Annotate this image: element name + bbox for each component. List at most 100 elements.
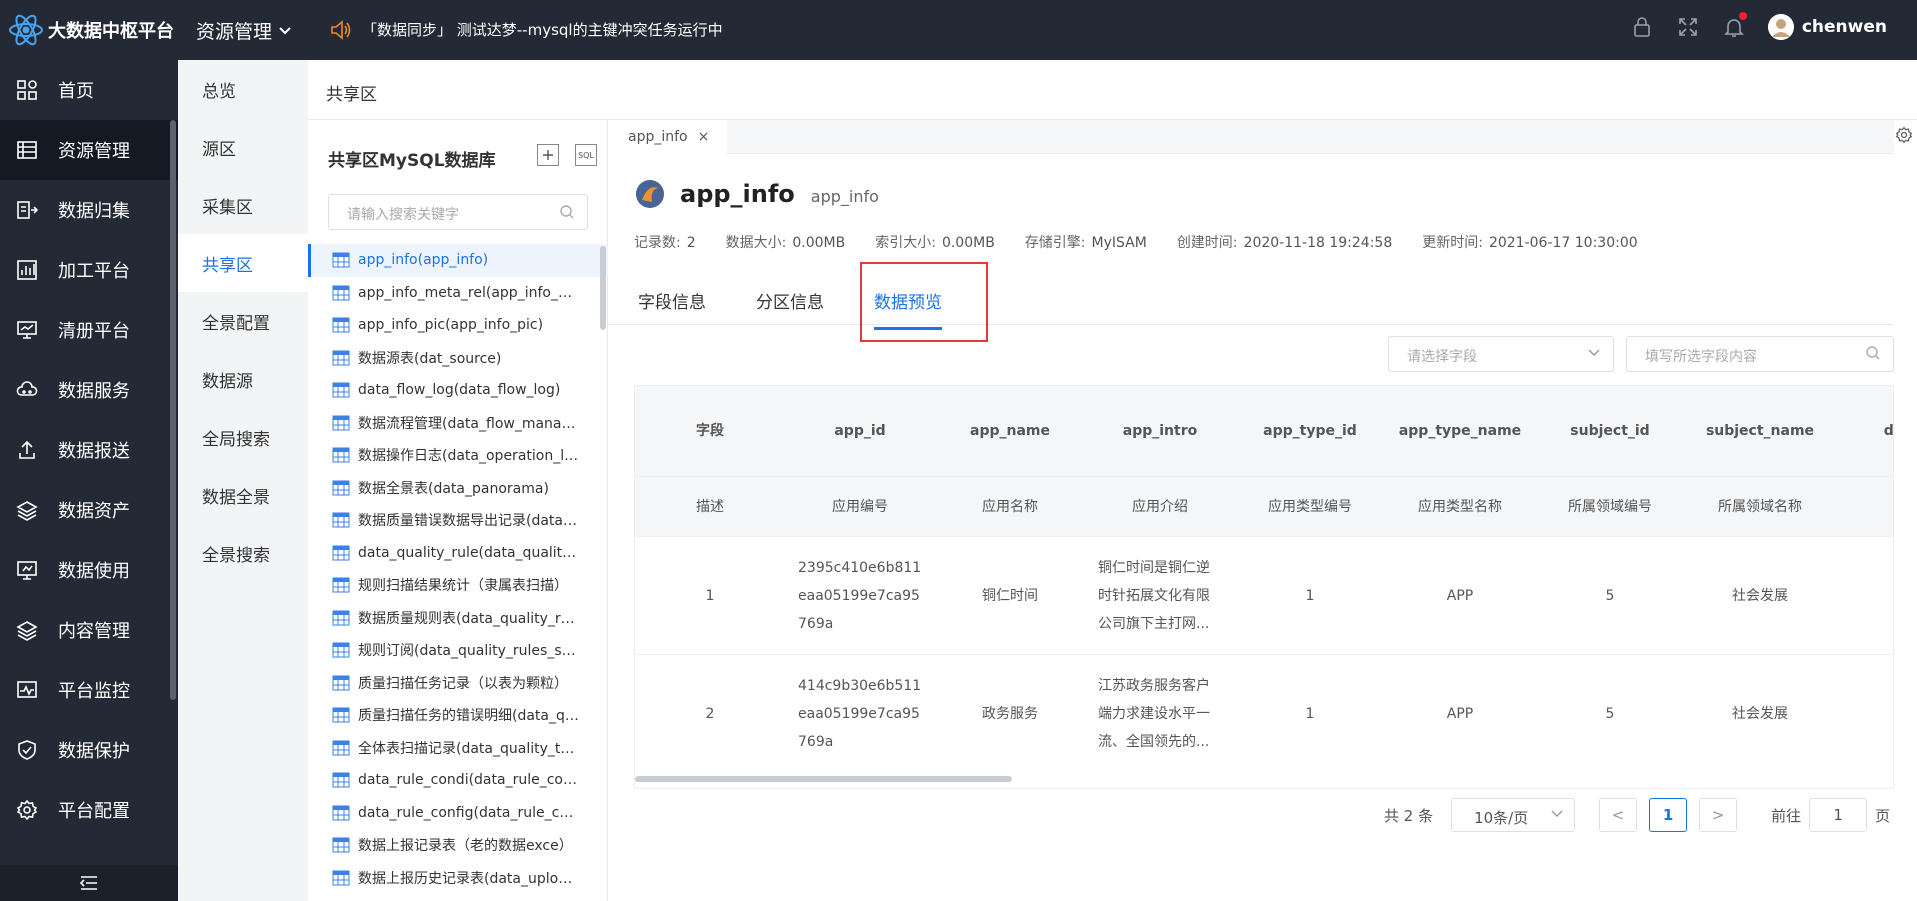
header-cell: develo <box>1883 423 1894 439</box>
list-item[interactable]: data_quality_rule(data_quality_rule) <box>308 537 608 570</box>
sidebar-item-report[interactable]: 数据报送 <box>0 420 178 480</box>
table-icon <box>332 577 350 593</box>
list-item[interactable]: 数据质量错误数据导出记录(data_quality) <box>308 504 608 537</box>
fullscreen-icon[interactable] <box>1676 15 1700 39</box>
notification-bell[interactable] <box>1722 11 1748 39</box>
settings-gear-icon[interactable] <box>1895 126 1913 144</box>
goto-page-input[interactable]: 1 <box>1809 798 1868 832</box>
list-item[interactable]: 质量扫描任务的错误明细(data_quality) <box>308 699 608 732</box>
list-item[interactable]: app_info_pic(app_info_pic) <box>308 309 608 342</box>
resource-menu[interactable]: 资源管理 <box>196 17 292 44</box>
list-item[interactable]: 数据全景表(data_panorama) <box>308 472 608 505</box>
table-cell: 414c9b30e6b511eaa05199e7ca95769a <box>785 655 935 772</box>
table-name: 规则订阅(data_quality_rules_sub) <box>358 643 580 660</box>
table-name-subtitle: app_info <box>810 187 879 206</box>
table-name: 数据上报历史记录表(data_upload) <box>358 870 580 887</box>
tab-app-info[interactable]: app_info × <box>608 120 728 154</box>
table-name: 规则扫描结果统计（隶属表扫描） <box>358 578 568 595</box>
list-item[interactable]: data_rule_condi(data_rule_condi) <box>308 764 608 797</box>
tab-label: app_info <box>628 129 688 145</box>
subnav-datasource[interactable]: 数据源 <box>178 350 308 408</box>
sidebar-item-resource[interactable]: 资源管理 <box>0 120 178 180</box>
list-item[interactable]: 数据上报历史记录表(data_upload) <box>308 862 608 895</box>
user-menu[interactable]: chenwen <box>1767 14 1887 40</box>
prev-page-button[interactable]: < <box>1599 798 1638 832</box>
mysql-icon <box>636 180 664 208</box>
header-desc-cell: 所属领域编号 <box>1568 498 1652 515</box>
tab-partition-info[interactable]: 分区信息 <box>756 288 824 330</box>
close-icon[interactable]: × <box>698 129 710 154</box>
tab-field-info[interactable]: 字段信息 <box>638 288 706 330</box>
open-tabs: app_info × <box>608 120 1894 154</box>
table-cell: 2395c410e6b811eaa05199e7ca95769a <box>785 537 935 654</box>
list-item[interactable]: data_rule_config(data_rule_config) <box>308 797 608 830</box>
pagination: 共 2 条 10条/页 < 1 > 前往 1 页 <box>1384 798 1890 832</box>
sidebar-item-usage[interactable]: 数据使用 <box>0 540 178 600</box>
sidebar-item-assets[interactable]: 数据资产 <box>0 480 178 540</box>
sql-query-button[interactable]: SQL <box>575 144 597 166</box>
sidebar-scrollbar[interactable] <box>170 120 176 700</box>
collapse-sidebar-button[interactable] <box>0 865 178 901</box>
meta-data-size: 数据大小: 0.00MB <box>725 235 846 251</box>
list-item[interactable]: data_flow_log(data_flow_log) <box>308 374 608 407</box>
sidebar-item-register[interactable]: 清册平台 <box>0 300 178 360</box>
list-item[interactable]: 规则扫描结果统计（隶属表扫描） <box>308 569 608 602</box>
field-value-input[interactable]: 填写所选字段内容 <box>1626 336 1894 372</box>
list-item[interactable]: 数据源表(dat_source) <box>308 342 608 375</box>
field-select[interactable]: 请选择字段 <box>1388 336 1614 372</box>
breadcrumb: 共享区 <box>308 60 1917 120</box>
subnav-global-search[interactable]: 全局搜索 <box>178 408 308 466</box>
table-list-scrollbar[interactable] <box>600 246 606 330</box>
highlight-box <box>860 262 988 342</box>
table-icon <box>332 772 350 788</box>
list-item[interactable]: app_info(app_info) <box>308 244 608 277</box>
list-item[interactable]: 全体表扫描记录(data_quality_total) <box>308 732 608 765</box>
notice-bar[interactable]: 「数据同步」 测试达梦--mysql的主键冲突任务运行中 <box>330 19 723 40</box>
gear-icon <box>16 799 38 821</box>
sidebar-item-content[interactable]: 内容管理 <box>0 600 178 660</box>
list-item[interactable]: 数据上报记录表（老的数据exce） <box>308 829 608 862</box>
table-search-input[interactable]: 请输入搜索关键字 <box>328 194 588 230</box>
subnav-shared[interactable]: 共享区 <box>178 234 308 292</box>
table-horizontal-scrollbar[interactable] <box>635 776 1012 782</box>
sidebar-item-service[interactable]: 数据服务 <box>0 360 178 420</box>
subnav-panorama-config[interactable]: 全景配置 <box>178 292 308 350</box>
table-icon <box>332 545 350 561</box>
table-name: 质量扫描任务记录（以表为颗粒） <box>358 675 568 692</box>
sidebar-item-protect[interactable]: 数据保护 <box>0 720 178 780</box>
chart-icon <box>17 260 37 280</box>
table-icon <box>332 382 350 398</box>
list-item[interactable]: 质量扫描任务记录（以表为颗粒） <box>308 667 608 700</box>
header-desc-cell: 应用类型名称 <box>1418 498 1502 515</box>
cell-text: 2395c410e6b811eaa05199e7ca95769a <box>798 559 922 632</box>
top-bar: 大数据中枢平台 资源管理 「数据同步」 测试达梦--mysql的主键冲突任务运行… <box>0 0 1917 60</box>
table-icon <box>332 447 350 463</box>
page-size-select[interactable]: 10条/页 <box>1451 798 1576 832</box>
subnav-panorama-search[interactable]: 全景搜索 <box>178 524 308 582</box>
list-item[interactable]: 数据流程管理(data_flow_manage) <box>308 407 608 440</box>
page-1-button[interactable]: 1 <box>1649 798 1688 832</box>
table-icon <box>332 252 350 268</box>
sidebar-item-label: 数据使用 <box>58 561 130 582</box>
list-item[interactable]: 数据操作日志(data_operation_log) <box>308 439 608 472</box>
chevron-down-icon <box>1588 349 1600 356</box>
sidebar-item-monitor[interactable]: 平台监控 <box>0 660 178 720</box>
list-item[interactable]: app_info_meta_rel(app_info_meta_rel) <box>308 277 608 310</box>
sidebar-item-collect[interactable]: 数据归集 <box>0 180 178 240</box>
subnav-data-panorama[interactable]: 数据全景 <box>178 466 308 524</box>
table-cell: 1 <box>1305 705 1315 722</box>
lock-icon[interactable] <box>1630 15 1654 39</box>
list-item[interactable]: 规则订阅(data_quality_rules_sub) <box>308 634 608 667</box>
table-icon <box>332 317 350 333</box>
subnav-source[interactable]: 源区 <box>178 118 308 176</box>
sidebar-item-process[interactable]: 加工平台 <box>0 240 178 300</box>
add-table-button[interactable] <box>537 144 559 166</box>
subnav-overview[interactable]: 总览 <box>178 60 308 118</box>
subnav-collect[interactable]: 采集区 <box>178 176 308 234</box>
brand[interactable]: 大数据中枢平台 <box>8 12 174 48</box>
sidebar-item-home[interactable]: 首页 <box>0 60 178 120</box>
cell-text: 铜仁时间是铜仁逆时针拓展文化有限公司旗下主打网... <box>1098 559 1210 632</box>
next-page-button[interactable]: > <box>1699 798 1738 832</box>
sidebar-item-config[interactable]: 平台配置 <box>0 780 178 840</box>
list-item[interactable]: 数据质量规则表(data_quality_rules) <box>308 602 608 635</box>
